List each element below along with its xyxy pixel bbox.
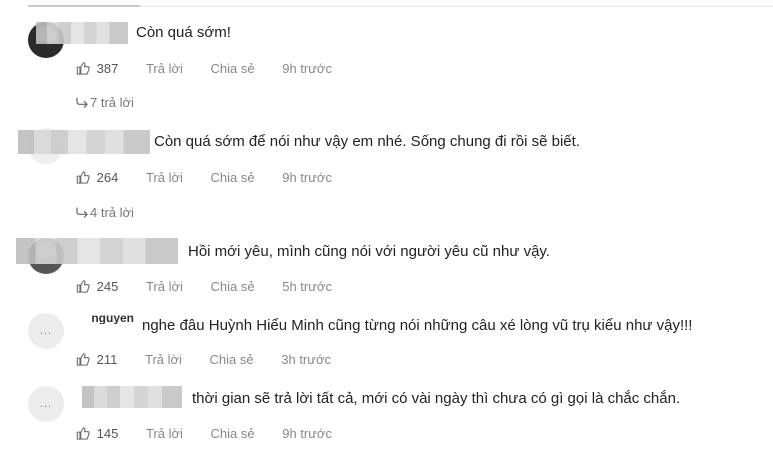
comment-actions: 245 Trả lời Chia sẻ 5h trước <box>76 278 332 296</box>
reply-button[interactable]: Trả lời <box>145 351 182 369</box>
reply-button[interactable]: Trả lời <box>146 425 183 443</box>
like-count: 245 <box>96 279 119 294</box>
reply-arrow-icon <box>76 207 88 218</box>
avatar-initials: ... <box>39 398 53 410</box>
reply-button[interactable]: Trả lời <box>146 169 183 187</box>
like-count: 264 <box>96 170 119 185</box>
share-button[interactable]: Chia sẻ <box>211 169 255 187</box>
share-button[interactable]: Chia sẻ <box>210 351 254 369</box>
avatar[interactable]: ... <box>28 313 64 349</box>
like-count: 145 <box>96 426 119 441</box>
comment-text: Hồi mới yêu, mình cũng nói với người yêu… <box>188 243 550 260</box>
name-blur <box>82 386 182 408</box>
name-blur <box>18 130 150 154</box>
thumbs-up-icon <box>76 280 90 293</box>
thumbs-up-icon <box>76 62 90 75</box>
thumbs-up-icon <box>76 427 90 440</box>
timestamp: 9h trước <box>282 170 332 185</box>
like-button[interactable]: 387 <box>76 60 142 79</box>
comment-actions: 145 Trả lời Chia sẻ 9h trước <box>76 425 332 443</box>
name-blur <box>36 22 128 44</box>
comment-actions: 211 Trả lời Chia sẻ 3h trước <box>76 351 331 369</box>
commenter-name[interactable]: nguyen <box>74 312 134 324</box>
avatar[interactable]: ... <box>28 386 64 422</box>
avatar-initials: ... <box>39 325 53 337</box>
timestamp: 9h trước <box>282 61 332 76</box>
view-replies-link[interactable]: 4 trả lời <box>76 204 134 222</box>
view-replies-link[interactable]: 7 trả lời <box>76 94 134 112</box>
like-count: 211 <box>96 352 118 367</box>
share-button[interactable]: Chia sẻ <box>211 60 255 78</box>
thumbs-up-icon <box>76 353 90 366</box>
reply-arrow-icon <box>76 97 88 108</box>
reply-button[interactable]: Trả lời <box>146 278 183 296</box>
comment-actions: 387 Trả lời Chia sẻ 9h trước <box>76 60 332 78</box>
replies-count: 4 trả lời <box>90 205 134 220</box>
top-divider-accent <box>28 5 140 7</box>
replies-count: 7 trả lời <box>90 95 134 110</box>
timestamp: 3h trước <box>281 352 331 367</box>
like-button[interactable]: 264 <box>76 169 142 188</box>
timestamp: 5h trước <box>282 279 332 294</box>
thumbs-up-icon <box>76 171 90 184</box>
comment-text: nghe đâu Huỳnh Hiểu Minh cũng từng nói n… <box>142 317 693 334</box>
comment-text: Còn quá sớm để nói như vậy em nhé. Sống … <box>154 133 580 150</box>
share-button[interactable]: Chia sẻ <box>211 278 255 296</box>
like-button[interactable]: 245 <box>76 278 142 297</box>
like-button[interactable]: 211 <box>76 351 141 370</box>
like-count: 387 <box>96 61 119 76</box>
name-blur <box>16 238 178 264</box>
comment-text: Còn quá sớm! <box>136 24 231 41</box>
comment-actions: 264 Trả lời Chia sẻ 9h trước <box>76 169 332 187</box>
comment-text: thời gian sẽ trả lời tất cả, mới có vài … <box>192 390 681 407</box>
timestamp: 9h trước <box>282 426 332 441</box>
like-button[interactable]: 145 <box>76 425 142 444</box>
reply-button[interactable]: Trả lời <box>146 60 183 78</box>
share-button[interactable]: Chia sẻ <box>211 425 255 443</box>
